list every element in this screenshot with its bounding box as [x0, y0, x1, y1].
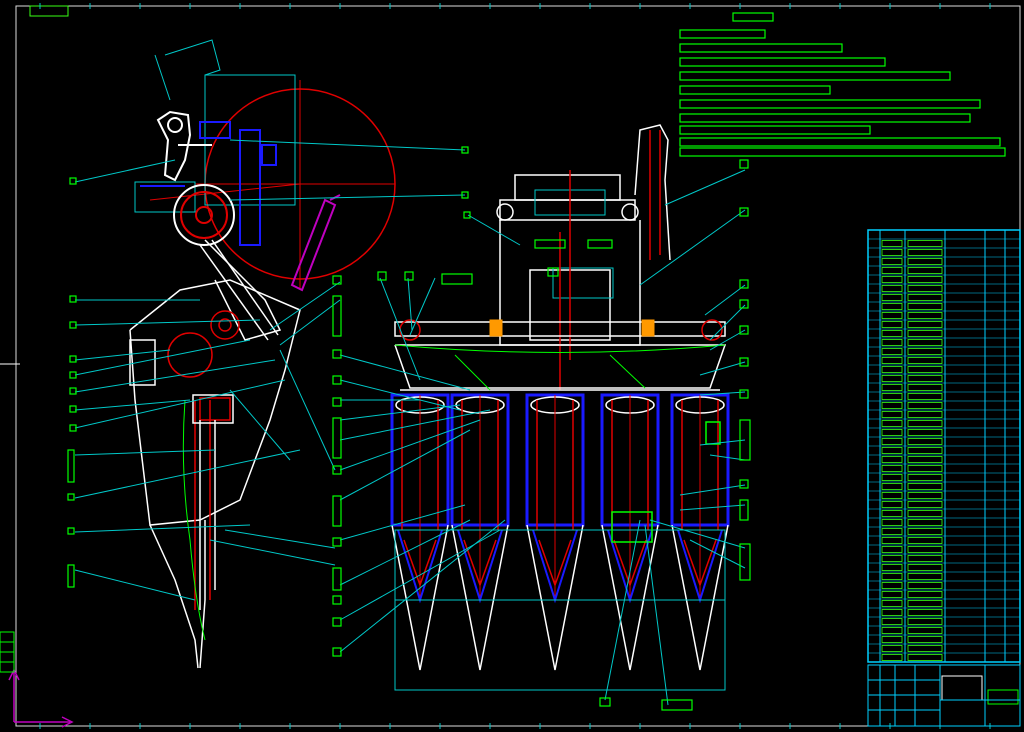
table-row [881, 447, 903, 454]
table-row [881, 501, 903, 508]
layer-swatch [0, 631, 15, 673]
table-row [881, 240, 903, 247]
table-row [881, 420, 903, 427]
table-row [881, 564, 903, 571]
divider-row [450, 393, 510, 671]
title-block [867, 664, 1021, 727]
table-row [881, 582, 903, 589]
divider-row [390, 393, 450, 671]
table-row [881, 285, 903, 292]
table-row [881, 312, 903, 319]
table-row [881, 339, 903, 346]
table-row [881, 303, 903, 310]
table-row [881, 366, 903, 373]
table-row [881, 402, 903, 409]
table-row [881, 636, 903, 643]
table-row [881, 465, 903, 472]
table-row [881, 357, 903, 364]
table-row [881, 321, 903, 328]
table-row [881, 510, 903, 517]
table-row [881, 276, 903, 283]
table-row [881, 348, 903, 355]
table-row [881, 474, 903, 481]
table-row [881, 492, 903, 499]
side-view [129, 39, 396, 669]
table-row [881, 591, 903, 598]
frame-tick-marks [39, 3, 991, 729]
table-row [881, 330, 903, 337]
table-row [881, 249, 903, 256]
table-row [881, 393, 903, 400]
parts-list-table [867, 229, 1021, 663]
table-row [881, 294, 903, 301]
cad-drawing-canvas[interactable] [0, 0, 1024, 732]
table-row [881, 600, 903, 607]
table-row [881, 618, 903, 625]
table-row [881, 429, 903, 436]
table-row [881, 654, 903, 661]
table-row [881, 375, 903, 382]
ucs-axis-icon [8, 668, 74, 728]
technical-notes [679, 12, 1006, 157]
table-row [881, 627, 903, 634]
table-row [881, 483, 903, 490]
table-row [881, 384, 903, 391]
table-row [881, 519, 903, 526]
table-row [881, 537, 903, 544]
divider-row [525, 393, 585, 671]
divider-rows [390, 393, 730, 671]
table-row [881, 438, 903, 445]
table-row [881, 528, 903, 535]
table-row [881, 645, 903, 652]
table-row [881, 609, 903, 616]
table-row [881, 267, 903, 274]
table-row [881, 546, 903, 553]
table-row [881, 555, 903, 562]
table-row [881, 411, 903, 418]
table-row [881, 456, 903, 463]
divider-row [600, 393, 660, 671]
table-row [881, 258, 903, 265]
table-row [881, 573, 903, 580]
